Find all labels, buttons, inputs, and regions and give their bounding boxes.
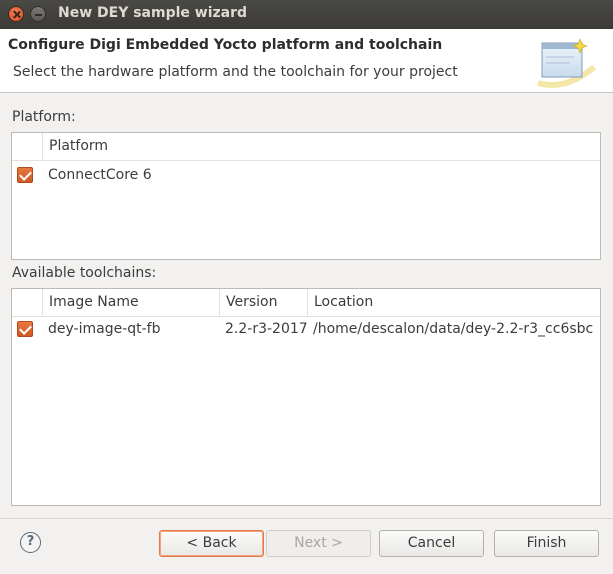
- finish-button[interactable]: Finish: [494, 530, 599, 557]
- toolchain-checkbox[interactable]: [17, 321, 33, 337]
- toolchain-image-name: dey-image-qt-fb: [48, 321, 161, 337]
- toolchain-location: /home/descalon/data/dey-2.2-r3_cc6sbc: [313, 321, 594, 337]
- platform-table-header: Platform: [12, 133, 600, 161]
- wizard-banner-icon: [537, 38, 596, 88]
- window-title: New DEY sample wizard: [58, 5, 248, 21]
- column-header-platform[interactable]: Platform: [42, 133, 600, 161]
- platform-name: ConnectCore 6: [48, 167, 152, 183]
- checkbox-column-header: [12, 289, 42, 317]
- platform-table: Platform ConnectCore 6: [11, 132, 601, 260]
- toolchains-table: Image Name Version Location dey-image-qt…: [11, 288, 601, 506]
- toolchains-table-header: Image Name Version Location: [12, 289, 600, 317]
- table-row[interactable]: dey-image-qt-fb 2.2-r3-20171 /home/desca…: [12, 315, 600, 343]
- footer-divider: [0, 518, 613, 519]
- wizard-header: Configure Digi Embedded Yocto platform a…: [0, 29, 613, 93]
- table-row[interactable]: ConnectCore 6: [12, 161, 600, 189]
- cancel-button[interactable]: Cancel: [379, 530, 484, 557]
- minimize-window-icon[interactable]: [30, 6, 46, 22]
- checkbox-column-header: [12, 133, 42, 161]
- column-header-version[interactable]: Version: [219, 289, 307, 317]
- platform-checkbox[interactable]: [17, 167, 33, 183]
- column-header-image-name[interactable]: Image Name: [42, 289, 219, 317]
- platform-section-label: Platform:: [12, 109, 76, 125]
- column-header-location[interactable]: Location: [307, 289, 600, 317]
- close-window-icon[interactable]: [8, 6, 24, 22]
- toolchains-section-label: Available toolchains:: [12, 265, 157, 281]
- page-title: Configure Digi Embedded Yocto platform a…: [8, 37, 443, 53]
- back-button[interactable]: < Back: [159, 530, 264, 557]
- page-description: Select the hardware platform and the too…: [13, 64, 458, 80]
- help-icon[interactable]: ?: [20, 532, 41, 553]
- next-button[interactable]: Next >: [266, 530, 371, 557]
- title-bar: New DEY sample wizard: [0, 0, 613, 29]
- toolchain-version: 2.2-r3-20171: [225, 321, 307, 337]
